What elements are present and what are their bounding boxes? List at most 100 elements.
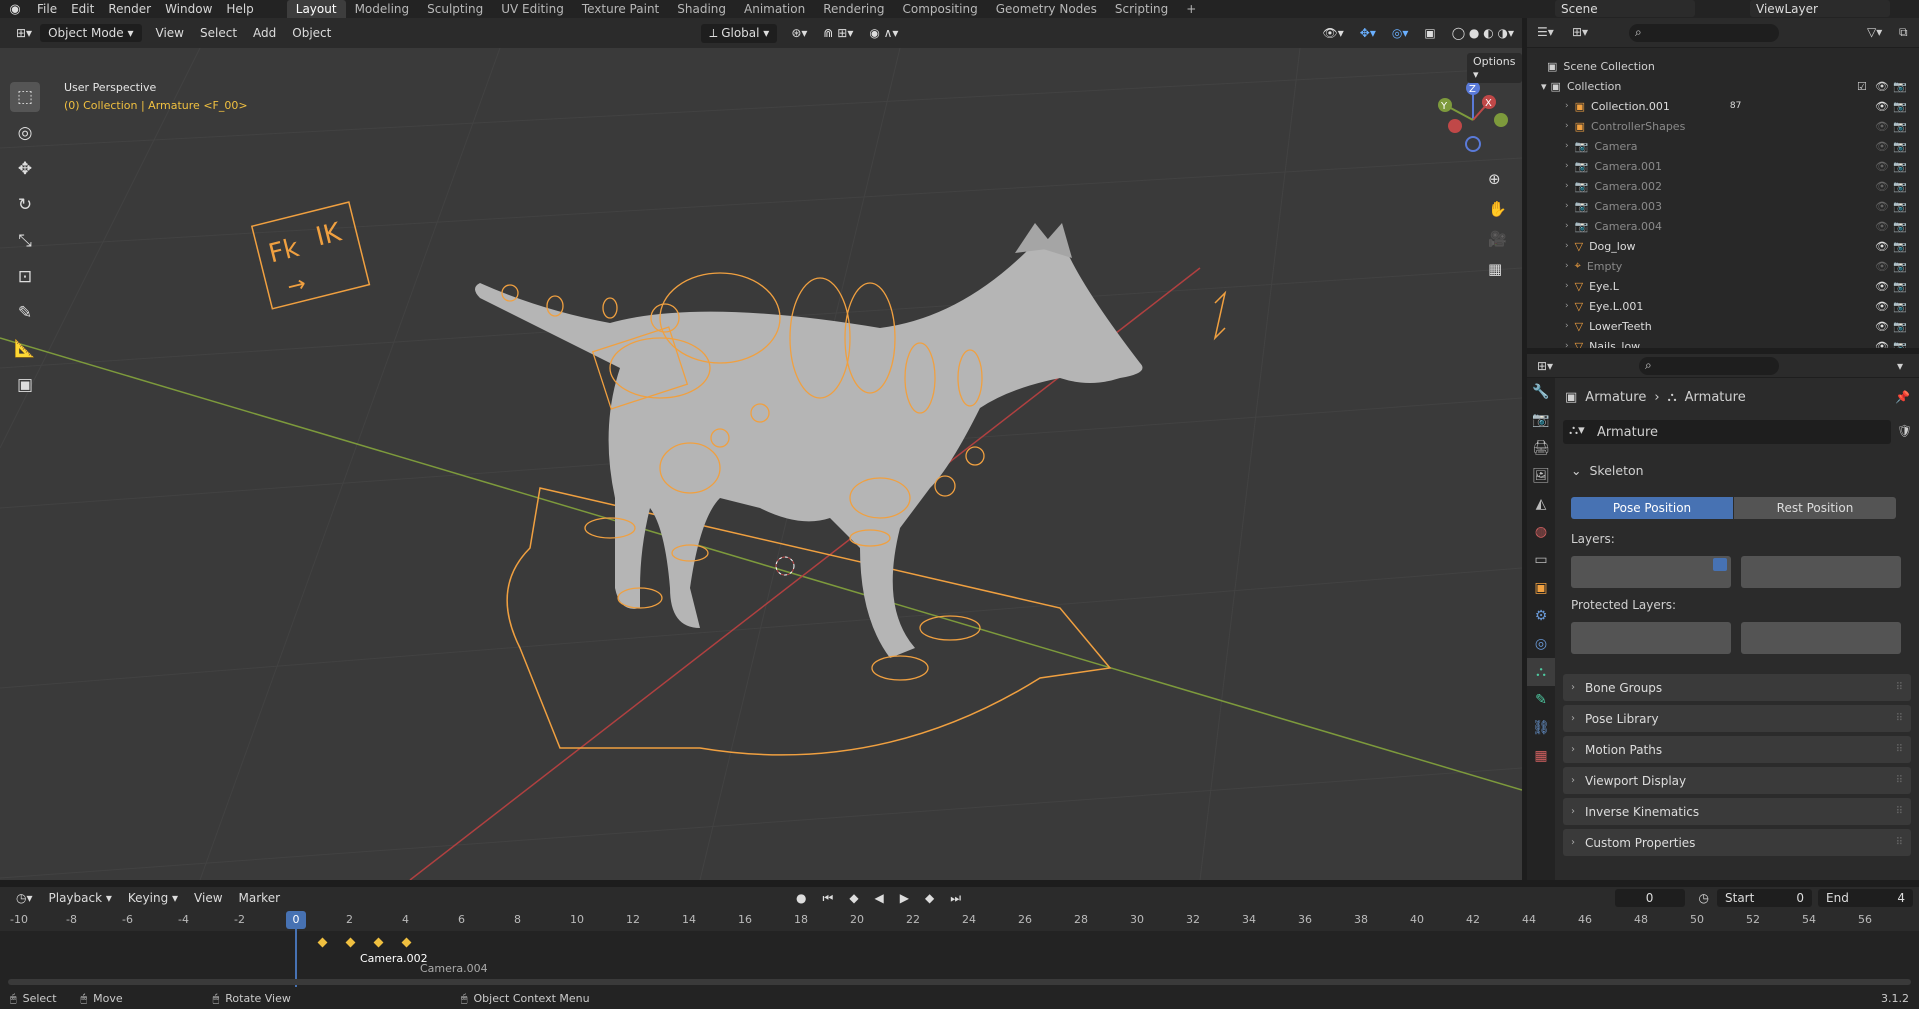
skeleton-panel-header[interactable]: ⌄ Skeleton [1563, 456, 1911, 484]
shading-modes-icon[interactable]: ◯ ● ◐ ◑▾ [1444, 24, 1522, 42]
camera-render-icon[interactable]: 📷 [1893, 260, 1907, 273]
menu-view[interactable]: View [148, 24, 192, 42]
fake-user-shield-icon[interactable]: 🛡 [1897, 424, 1912, 438]
keying-menu[interactable]: Keying ▾ [120, 889, 186, 907]
rotate-tool-icon[interactable]: ↻ [10, 190, 40, 220]
visibility-icon[interactable]: 👁▾ [1315, 24, 1352, 42]
keyframe-diamond[interactable] [317, 937, 328, 948]
orientation-dropdown[interactable]: ⟂ Global ▾ [701, 23, 778, 43]
display-mode-icon[interactable]: ⊞▾ [1572, 25, 1588, 39]
outliner-item[interactable]: › ▽ Eye.L 👁 📷 [1527, 276, 1919, 296]
custom-properties-panel[interactable]: › Custom Properties ⠿ [1563, 829, 1911, 856]
expand-arrow-icon[interactable]: › [1565, 181, 1569, 191]
next-keyframe-icon[interactable]: ◆ [917, 889, 942, 907]
workspace-tab-sculpting[interactable]: Sculpting [418, 0, 492, 18]
bone-layers-grid-left[interactable] [1571, 556, 1731, 588]
active-layer-cell[interactable] [1713, 558, 1727, 571]
expand-arrow-icon[interactable]: › [1565, 221, 1569, 231]
playback-menu[interactable]: Playback ▾ [41, 889, 120, 907]
checkbox-icon[interactable]: ☑ [1857, 80, 1867, 93]
pose-library-panel[interactable]: › Pose Library ⠿ [1563, 705, 1911, 732]
measure-tool-icon[interactable]: 📐 [10, 334, 40, 364]
current-frame-field[interactable]: 0 [1614, 889, 1685, 907]
expand-arrow-icon[interactable]: › [1565, 301, 1569, 311]
collapse-arrow-icon[interactable]: ▾ [1541, 80, 1547, 93]
3d-viewport[interactable]: Fk IK → User Perspective (0) Collection … [0, 48, 1522, 880]
annotate-tool-icon[interactable]: ✎ [10, 298, 40, 328]
eye-icon[interactable]: 👁 [1875, 180, 1889, 193]
expand-arrow-icon[interactable]: › [1565, 261, 1569, 271]
workspace-tab-layout[interactable]: Layout [286, 0, 346, 18]
3d-cursor[interactable] [775, 556, 795, 576]
eye-icon[interactable]: 👁 [1875, 260, 1889, 273]
add-cube-tool-icon[interactable]: ▣ [10, 370, 40, 400]
scene-tab-icon[interactable]: ◭ [1527, 490, 1555, 518]
dog-mesh[interactable] [475, 223, 1143, 658]
menu-render[interactable]: Render [101, 0, 158, 18]
workspace-tab-compositing[interactable]: Compositing [893, 0, 986, 18]
outliner-item[interactable]: › ▣ ControllerShapes 👁 📷 [1527, 116, 1919, 136]
camera-render-icon[interactable]: 📷 [1893, 240, 1907, 253]
drag-grip-icon[interactable]: ⠿ [1896, 682, 1903, 693]
drag-grip-icon[interactable]: ⠿ [1896, 713, 1903, 724]
outliner-item[interactable]: › 📷 Camera.001 👁 📷 [1527, 156, 1919, 176]
workspace-tab-animation[interactable]: Animation [735, 0, 814, 18]
keyframe-diamond[interactable] [401, 937, 412, 948]
marker-menu[interactable]: Marker [231, 889, 288, 907]
camera-render-icon[interactable]: 📷 [1893, 120, 1907, 133]
select-box-tool-icon[interactable]: ⬚ [10, 82, 40, 112]
menu-file[interactable]: File [30, 0, 64, 18]
new-collection-icon[interactable]: ⧉ [1899, 25, 1908, 40]
outliner-item[interactable]: › ▽ Dog_low 👁 📷 [1527, 236, 1919, 256]
workspace-tab-geometry-nodes[interactable]: Geometry Nodes [987, 0, 1106, 18]
outliner-item[interactable]: › 📷 Camera 👁 📷 [1527, 136, 1919, 156]
outliner-item[interactable]: › ⌖ Empty 👁 📷 [1527, 256, 1919, 276]
camera-render-icon[interactable]: 📷 [1893, 180, 1907, 193]
cursor-tool-icon[interactable]: ◎ [10, 118, 40, 148]
timeline-scrollbar[interactable] [8, 979, 1911, 985]
scene-selector[interactable]: Scene [1555, 0, 1695, 17]
workspace-tab-modeling[interactable]: Modeling [346, 0, 419, 18]
jump-end-icon[interactable]: ⏭ [942, 889, 969, 908]
camera-render-icon[interactable]: 📷 [1893, 300, 1907, 313]
physics-tab-icon[interactable]: ◎ [1527, 630, 1555, 658]
play-icon[interactable]: ▶ [892, 889, 917, 907]
eye-icon[interactable]: 👁 [1875, 140, 1889, 153]
camera-render-icon[interactable]: 📷 [1893, 140, 1907, 153]
menu-edit[interactable]: Edit [64, 0, 101, 18]
auto-keying-icon[interactable]: ● [788, 889, 814, 907]
protected-layers-grid-right[interactable] [1741, 622, 1901, 654]
workspace-tab-texture-paint[interactable]: Texture Paint [573, 0, 668, 18]
drag-grip-icon[interactable]: ⠿ [1896, 775, 1903, 786]
workspace-tab-uv-editing[interactable]: UV Editing [492, 0, 573, 18]
eye-icon[interactable]: 👁 [1875, 200, 1889, 213]
fkik-switch-shape[interactable]: Fk IK → [250, 201, 371, 310]
play-reverse-icon[interactable]: ◀ [867, 889, 892, 907]
bone-groups-panel[interactable]: › Bone Groups ⠿ [1563, 674, 1911, 701]
playhead-frame[interactable]: 0 [286, 911, 306, 929]
bone-layers-grid-right[interactable] [1741, 556, 1901, 588]
marker-label-camera-004[interactable]: Camera.004 [420, 962, 488, 975]
xray-icon[interactable]: ▣ [1416, 24, 1443, 42]
pivot-icon[interactable]: ⊛▾ [783, 24, 815, 42]
expand-arrow-icon[interactable]: › [1565, 121, 1569, 131]
outliner-collection[interactable]: ▾ ▣ Collection ☑ 👁 📷 [1527, 76, 1919, 96]
outliner-search-input[interactable]: ⌕ [1629, 24, 1779, 42]
drag-grip-icon[interactable]: ⠿ [1896, 837, 1903, 848]
mode-dropdown[interactable]: Object Mode ▾ [40, 24, 142, 42]
protected-layers-grid-left[interactable] [1571, 622, 1731, 654]
outliner-item[interactable]: › ▣ Collection.001 87 👁 📷 [1527, 96, 1919, 116]
pose-position-button[interactable]: Pose Position [1571, 497, 1733, 519]
outliner-item[interactable]: › 📷 Camera.003 👁 📷 [1527, 196, 1919, 216]
workspace-tab-rendering[interactable]: Rendering [814, 0, 893, 18]
viewport-display-panel[interactable]: › Viewport Display ⠿ [1563, 767, 1911, 794]
output-tab-icon[interactable]: 🖨 [1527, 434, 1555, 462]
properties-search-input[interactable]: ⌕ [1639, 357, 1779, 375]
ortho-grid-icon[interactable]: ▦ [1488, 260, 1507, 278]
bone-tab-icon[interactable]: ✎ [1527, 686, 1555, 714]
eye-icon[interactable]: 👁 [1875, 240, 1889, 253]
blender-logo-icon[interactable]: ◉ [0, 2, 30, 17]
expand-arrow-icon[interactable]: › [1565, 201, 1569, 211]
inverse-kinematics-panel[interactable]: › Inverse Kinematics ⠿ [1563, 798, 1911, 825]
eye-icon[interactable]: 👁 [1875, 160, 1889, 173]
